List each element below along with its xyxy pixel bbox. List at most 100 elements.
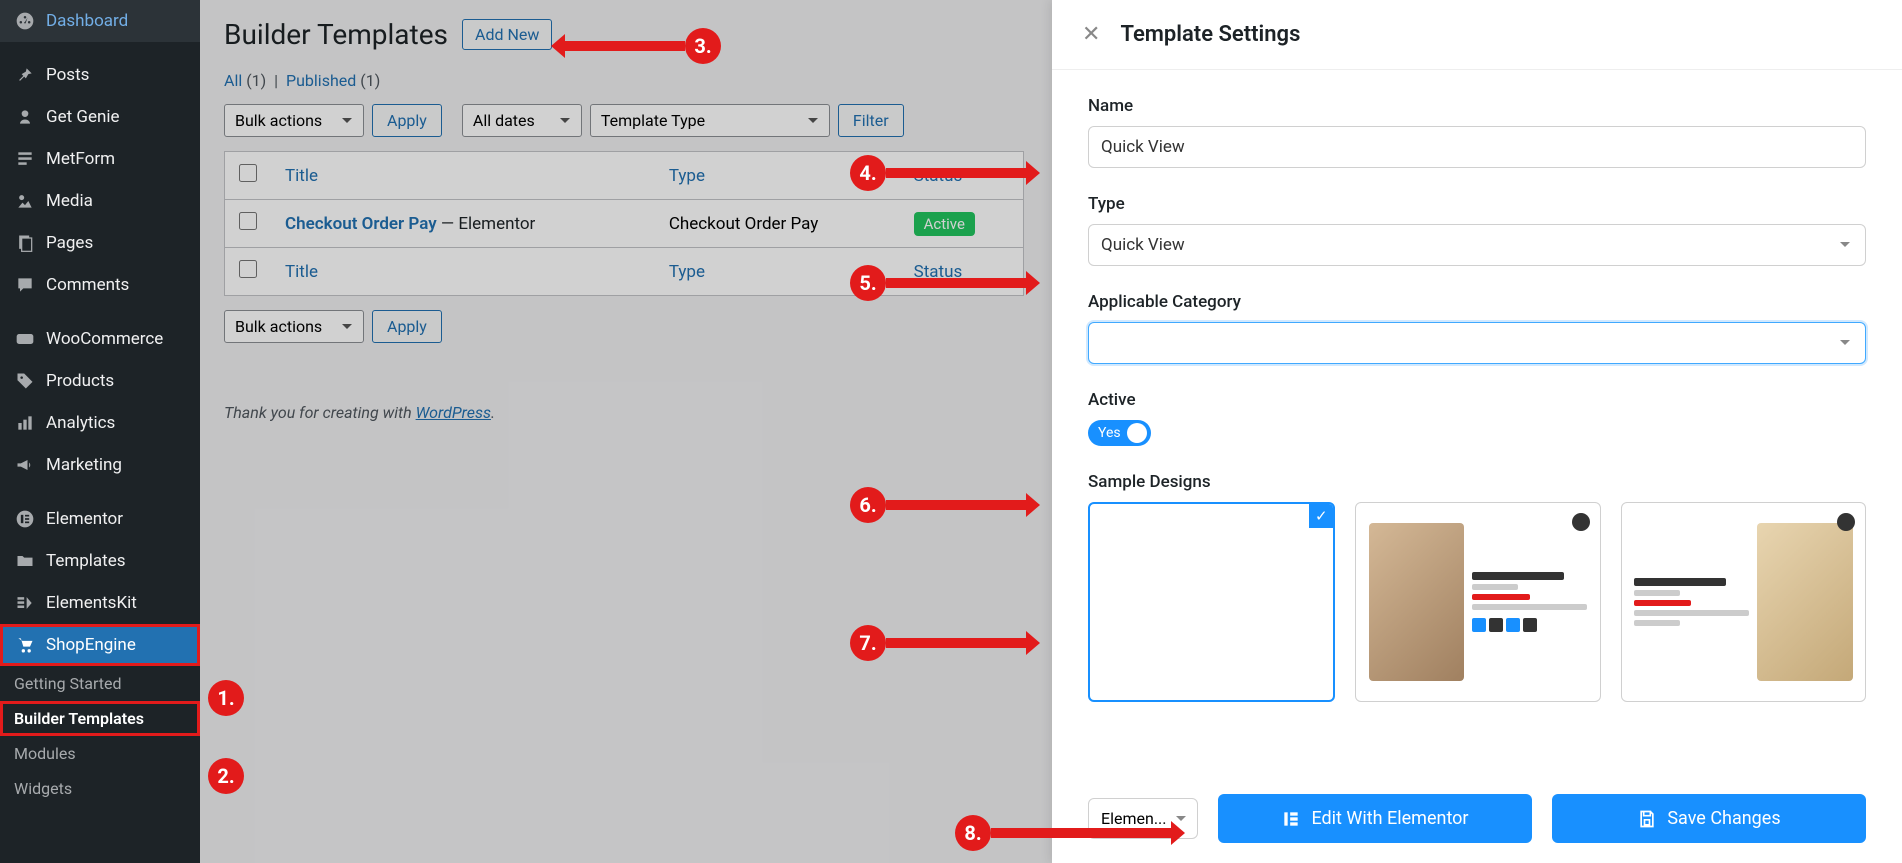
active-toggle[interactable]: Yes xyxy=(1088,420,1151,446)
close-icon[interactable]: ✕ xyxy=(1082,22,1100,47)
bulk-actions-select[interactable]: Bulk actions xyxy=(224,104,364,137)
sidebar-label: Dashboard xyxy=(46,11,128,31)
apply-button-bottom[interactable]: Apply xyxy=(372,310,442,343)
sidebar-label: Templates xyxy=(46,551,126,571)
woo-icon xyxy=(14,328,36,350)
sidebar-label: Get Genie xyxy=(46,107,120,127)
sidebar-item-products[interactable]: Products xyxy=(0,360,200,402)
sidebar-label: Analytics xyxy=(46,413,115,433)
sidebar-item-elementor[interactable]: Elementor xyxy=(0,498,200,540)
pin-icon xyxy=(14,64,36,86)
select-all-checkbox[interactable] xyxy=(239,164,257,182)
sidebar-label: ElementsKit xyxy=(46,593,137,613)
toggle-knob-icon xyxy=(1127,423,1147,443)
row-type: Checkout Order Pay xyxy=(655,200,900,248)
apply-button[interactable]: Apply xyxy=(372,104,442,137)
filter-published-link[interactable]: Published xyxy=(286,71,356,90)
sample-design-blank[interactable]: ✓ xyxy=(1088,502,1335,702)
pages-icon xyxy=(14,232,36,254)
sidebar-label: Elementor xyxy=(46,509,123,529)
sidebar-item-analytics[interactable]: Analytics xyxy=(0,402,200,444)
sidebar-label: MetForm xyxy=(46,149,115,169)
name-label: Name xyxy=(1088,96,1866,116)
filter-published-count: (1) xyxy=(360,71,380,90)
name-input[interactable] xyxy=(1088,126,1866,168)
col-status[interactable]: Status xyxy=(900,152,1024,200)
toggle-state-label: Yes xyxy=(1098,425,1121,441)
sidebar-item-elementskit[interactable]: ElementsKit xyxy=(0,582,200,624)
sidebar-item-genie[interactable]: Get Genie xyxy=(0,96,200,138)
form-icon xyxy=(14,148,36,170)
col-title[interactable]: Title xyxy=(271,152,655,200)
megaphone-icon xyxy=(14,454,36,476)
col-type-footer[interactable]: Type xyxy=(655,248,900,296)
sidebar-label: Pages xyxy=(46,233,93,253)
category-label: Applicable Category xyxy=(1088,292,1866,312)
save-changes-button[interactable]: Save Changes xyxy=(1552,794,1866,843)
sidebar-item-marketing[interactable]: Marketing xyxy=(0,444,200,486)
edit-with-elementor-button[interactable]: Edit With Elementor xyxy=(1218,794,1532,843)
sidebar-label: Marketing xyxy=(46,455,122,475)
sidebar-sub-getting-started[interactable]: Getting Started xyxy=(0,666,200,701)
media-icon xyxy=(14,190,36,212)
table-row: Checkout Order Pay — Elementor Checkout … xyxy=(225,200,1024,248)
cart-icon xyxy=(14,634,36,656)
date-filter-select[interactable]: All dates xyxy=(462,104,582,137)
admin-sidebar: Dashboard Posts Get Genie MetForm Media … xyxy=(0,0,200,863)
category-select[interactable] xyxy=(1088,322,1866,364)
sidebar-item-dashboard[interactable]: Dashboard xyxy=(0,0,200,42)
sidebar-sub-builder-templates[interactable]: Builder Templates xyxy=(0,701,200,736)
sample-design-2[interactable] xyxy=(1355,502,1600,702)
filter-all-link[interactable]: All xyxy=(224,71,242,90)
sidebar-label: Media xyxy=(46,191,93,211)
sidebar-sub-widgets[interactable]: Widgets xyxy=(0,771,200,806)
type-label: Type xyxy=(1088,194,1866,214)
add-new-button[interactable]: Add New xyxy=(462,19,552,50)
col-title-footer[interactable]: Title xyxy=(271,248,655,296)
check-icon: ✓ xyxy=(1309,504,1333,528)
status-badge: Active xyxy=(914,212,975,236)
template-settings-panel: ✕ Template Settings Name Type Quick View… xyxy=(1052,0,1902,863)
gauge-icon xyxy=(14,10,36,32)
sidebar-item-metform[interactable]: MetForm xyxy=(0,138,200,180)
sample-design-3[interactable] xyxy=(1621,502,1866,702)
sample-designs-label: Sample Designs xyxy=(1088,472,1866,492)
comments-icon xyxy=(14,274,36,296)
folder-icon xyxy=(14,550,36,572)
sidebar-item-posts[interactable]: Posts xyxy=(0,54,200,96)
col-type[interactable]: Type xyxy=(655,152,900,200)
sidebar-item-woocommerce[interactable]: WooCommerce xyxy=(0,318,200,360)
save-icon xyxy=(1637,809,1657,829)
active-label: Active xyxy=(1088,390,1866,410)
sidebar-label: Comments xyxy=(46,275,129,295)
sidebar-label: Posts xyxy=(46,65,89,85)
page-title: Builder Templates xyxy=(224,18,448,51)
sidebar-item-templates[interactable]: Templates xyxy=(0,540,200,582)
type-select[interactable]: Quick View xyxy=(1088,224,1866,266)
select-all-checkbox-footer[interactable] xyxy=(239,260,257,278)
wordpress-link[interactable]: WordPress xyxy=(416,403,491,422)
sidebar-sub-modules[interactable]: Modules xyxy=(0,736,200,771)
genie-icon xyxy=(14,106,36,128)
col-status-footer[interactable]: Status xyxy=(900,248,1024,296)
analytics-icon xyxy=(14,412,36,434)
templates-table: Title Type Status Checkout Order Pay — E… xyxy=(224,151,1024,296)
elementor-icon xyxy=(1281,809,1301,829)
template-type-select[interactable]: Template Type xyxy=(590,104,830,137)
sidebar-item-media[interactable]: Media xyxy=(0,180,200,222)
bulk-actions-select-bottom[interactable]: Bulk actions xyxy=(224,310,364,343)
panel-title: Template Settings xyxy=(1120,22,1300,47)
row-checkbox[interactable] xyxy=(239,212,257,230)
sidebar-label: WooCommerce xyxy=(46,329,163,349)
sidebar-label: Products xyxy=(46,371,114,391)
filter-button[interactable]: Filter xyxy=(838,104,904,137)
row-title-link[interactable]: Checkout Order Pay xyxy=(285,214,437,234)
sidebar-item-comments[interactable]: Comments xyxy=(0,264,200,306)
row-title-suffix: — Elementor xyxy=(437,214,536,234)
sidebar-item-shopengine[interactable]: ShopEngine xyxy=(0,624,200,666)
sidebar-label: ShopEngine xyxy=(46,635,136,655)
elementor-icon xyxy=(14,508,36,530)
sidebar-item-pages[interactable]: Pages xyxy=(0,222,200,264)
ek-icon xyxy=(14,592,36,614)
editor-select[interactable]: Elemen... xyxy=(1088,798,1198,839)
